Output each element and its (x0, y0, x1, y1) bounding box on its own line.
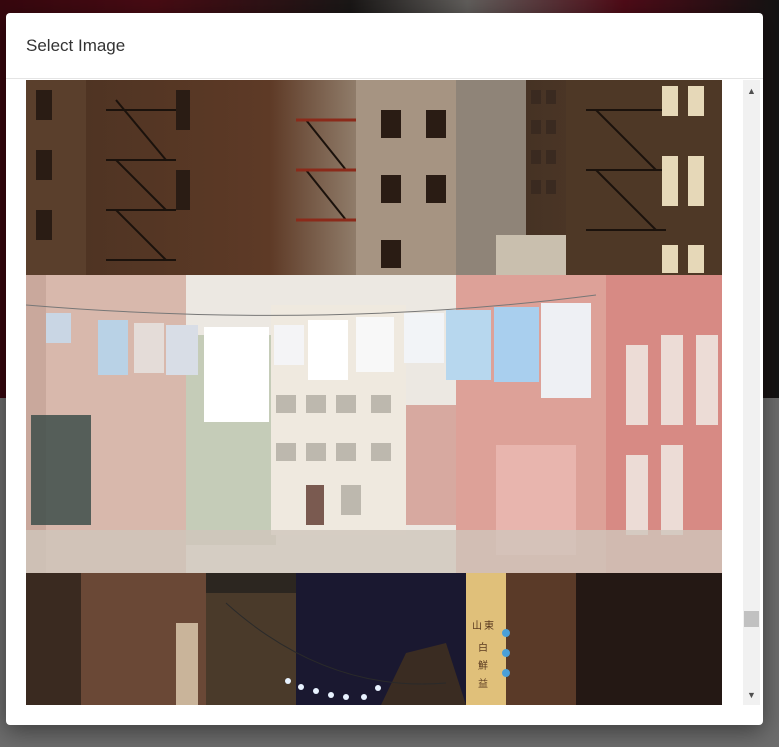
scroll-up-icon[interactable]: ▲ (743, 82, 760, 99)
svg-text:白: 白 (478, 641, 488, 654)
select-image-dialog: Select Image 山 東 白 鮮 益 ▲ ▼ (6, 13, 763, 725)
image-option-night-alley[interactable]: 山東 白鮮益 (26, 573, 722, 705)
svg-text:山: 山 (472, 620, 482, 632)
dialog-title: Select Image (26, 35, 126, 55)
dialog-header: Select Image (6, 13, 763, 79)
scroll-down-icon[interactable]: ▼ (743, 686, 760, 703)
image-option-laundry-alley[interactable] (26, 275, 722, 573)
scrollbar-thumb[interactable] (744, 611, 759, 627)
svg-text:東: 東 (484, 619, 494, 632)
svg-text:鮮: 鮮 (478, 659, 488, 672)
fire-escape-image (26, 80, 722, 275)
night-alley-image: 山東 白鮮益 (26, 573, 722, 705)
image-option-fire-escape[interactable] (26, 80, 722, 275)
laundry-alley-image (26, 275, 722, 573)
image-list[interactable]: 山東 白鮮益 (26, 80, 722, 705)
dialog-body: 山東 白鮮益 ▲ ▼ (6, 80, 763, 725)
svg-text:益: 益 (478, 677, 488, 690)
image-list-scrollbar[interactable]: ▲ ▼ (743, 80, 760, 705)
